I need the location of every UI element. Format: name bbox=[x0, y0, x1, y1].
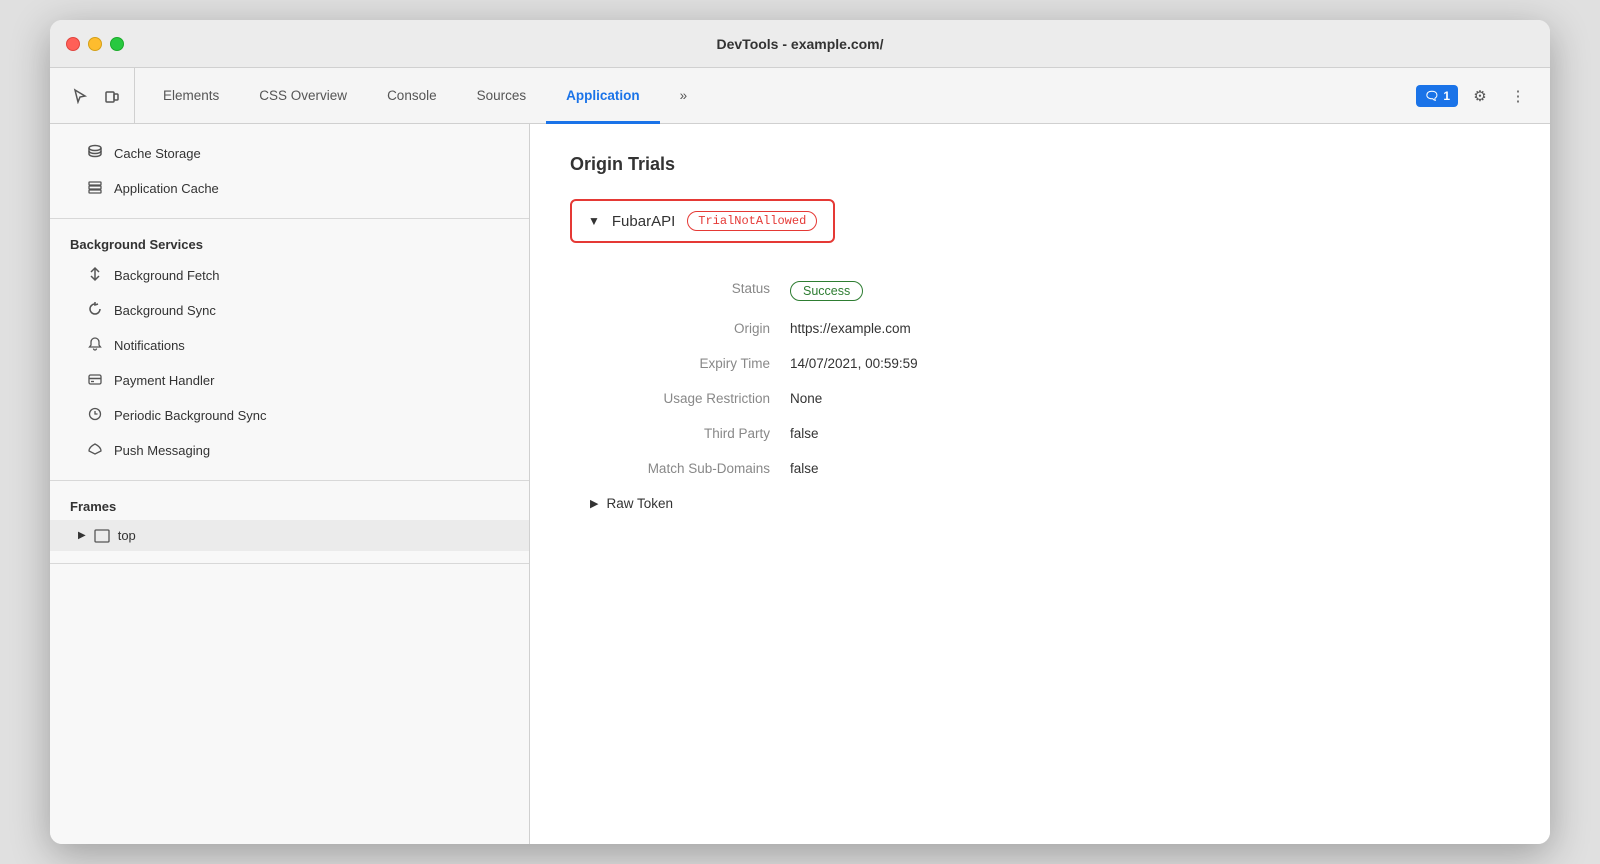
frames-section: Frames ▶ top bbox=[50, 481, 529, 564]
tab-bar: Elements CSS Overview Console Sources Ap… bbox=[50, 68, 1550, 124]
tool-icons bbox=[58, 68, 135, 123]
device-toggle-icon[interactable] bbox=[98, 82, 126, 110]
minimize-button[interactable] bbox=[88, 37, 102, 51]
background-services-title: Background Services bbox=[50, 231, 529, 258]
raw-token-label: Raw Token bbox=[606, 496, 673, 511]
devtools-window: DevTools - example.com/ Elements CSS Ove… bbox=[50, 20, 1550, 844]
tab-application[interactable]: Application bbox=[546, 69, 660, 124]
application-cache-icon bbox=[86, 179, 104, 198]
match-subdomains-label: Match Sub-Domains bbox=[590, 451, 790, 486]
sidebar: Cache Storage Application Cache Backgrou bbox=[50, 124, 530, 844]
sidebar-item-cache-storage[interactable]: Cache Storage bbox=[50, 136, 529, 171]
badge-count: 1 bbox=[1443, 89, 1450, 103]
content-panel: Origin Trials ▼ FubarAPI TrialNotAllowed… bbox=[530, 124, 1550, 844]
tab-bar-right: 🗨 1 ⚙ ⋮ bbox=[1408, 68, 1542, 123]
title-bar: DevTools - example.com/ bbox=[50, 20, 1550, 68]
close-button[interactable] bbox=[66, 37, 80, 51]
expiry-value: 14/07/2021, 00:59:59 bbox=[790, 346, 1510, 381]
expiry-label: Expiry Time bbox=[590, 346, 790, 381]
cache-storage-label: Cache Storage bbox=[114, 146, 201, 161]
tab-console[interactable]: Console bbox=[367, 69, 457, 124]
application-cache-label: Application Cache bbox=[114, 181, 219, 196]
periodic-background-sync-icon bbox=[86, 406, 104, 425]
payment-handler-label: Payment Handler bbox=[114, 373, 214, 388]
sidebar-item-background-fetch[interactable]: Background Fetch bbox=[50, 258, 529, 293]
sidebar-item-top[interactable]: ▶ top bbox=[50, 520, 529, 551]
origin-value: https://example.com bbox=[790, 311, 1510, 346]
background-fetch-icon bbox=[86, 266, 104, 285]
payment-handler-icon bbox=[86, 371, 104, 390]
top-label: top bbox=[118, 528, 136, 543]
fubar-api-row[interactable]: ▼ FubarAPI TrialNotAllowed bbox=[570, 199, 835, 243]
success-badge: Success bbox=[790, 281, 863, 301]
trial-not-allowed-badge: TrialNotAllowed bbox=[687, 211, 817, 231]
raw-token-arrow-icon: ▶ bbox=[590, 497, 598, 510]
sidebar-item-payment-handler[interactable]: Payment Handler bbox=[50, 363, 529, 398]
fubar-api-label: FubarAPI bbox=[612, 213, 675, 230]
notifications-icon bbox=[86, 336, 104, 355]
third-party-value: false bbox=[790, 416, 1510, 451]
page-title: Origin Trials bbox=[570, 154, 1510, 175]
detail-table: Status Success Origin https://example.co… bbox=[590, 271, 1510, 486]
usage-restriction-value: None bbox=[790, 381, 1510, 416]
frames-title: Frames bbox=[50, 493, 529, 520]
storage-section: Cache Storage Application Cache bbox=[50, 124, 529, 219]
background-sync-label: Background Sync bbox=[114, 303, 216, 318]
sidebar-item-notifications[interactable]: Notifications bbox=[50, 328, 529, 363]
push-messaging-icon bbox=[86, 441, 104, 460]
background-services-section: Background Services Background Fetch bbox=[50, 219, 529, 481]
push-messaging-label: Push Messaging bbox=[114, 443, 210, 458]
sidebar-item-push-messaging[interactable]: Push Messaging bbox=[50, 433, 529, 468]
background-sync-icon bbox=[86, 301, 104, 320]
tab-more[interactable]: » bbox=[660, 69, 708, 124]
status-label: Status bbox=[590, 271, 790, 311]
third-party-label: Third Party bbox=[590, 416, 790, 451]
notification-badge-button[interactable]: 🗨 1 bbox=[1416, 85, 1458, 107]
sidebar-item-background-sync[interactable]: Background Sync bbox=[50, 293, 529, 328]
tab-elements[interactable]: Elements bbox=[143, 69, 239, 124]
traffic-lights bbox=[66, 37, 124, 51]
match-subdomains-value: false bbox=[790, 451, 1510, 486]
main-content: Cache Storage Application Cache Backgrou bbox=[50, 124, 1550, 844]
sidebar-item-periodic-background-sync[interactable]: Periodic Background Sync bbox=[50, 398, 529, 433]
frame-icon bbox=[94, 529, 110, 543]
top-arrow-icon: ▶ bbox=[78, 530, 86, 541]
tab-css-overview[interactable]: CSS Overview bbox=[239, 69, 367, 124]
sidebar-item-application-cache[interactable]: Application Cache bbox=[50, 171, 529, 206]
fubar-arrow-icon: ▼ bbox=[588, 214, 600, 228]
settings-button[interactable]: ⚙ bbox=[1464, 80, 1496, 112]
more-options-button[interactable]: ⋮ bbox=[1502, 80, 1534, 112]
message-icon: 🗨 bbox=[1424, 89, 1439, 103]
status-value: Success bbox=[790, 271, 1510, 311]
maximize-button[interactable] bbox=[110, 37, 124, 51]
background-fetch-label: Background Fetch bbox=[114, 268, 220, 283]
raw-token-row[interactable]: ▶ Raw Token bbox=[590, 486, 1510, 521]
window-title: DevTools - example.com/ bbox=[716, 36, 883, 52]
periodic-background-sync-label: Periodic Background Sync bbox=[114, 408, 266, 423]
tab-sources[interactable]: Sources bbox=[457, 69, 547, 124]
tab-list: Elements CSS Overview Console Sources Ap… bbox=[143, 68, 1408, 123]
notifications-label: Notifications bbox=[114, 338, 185, 353]
cursor-tool-icon[interactable] bbox=[66, 82, 94, 110]
usage-restriction-label: Usage Restriction bbox=[590, 381, 790, 416]
origin-label: Origin bbox=[590, 311, 790, 346]
cache-storage-icon bbox=[86, 144, 104, 163]
